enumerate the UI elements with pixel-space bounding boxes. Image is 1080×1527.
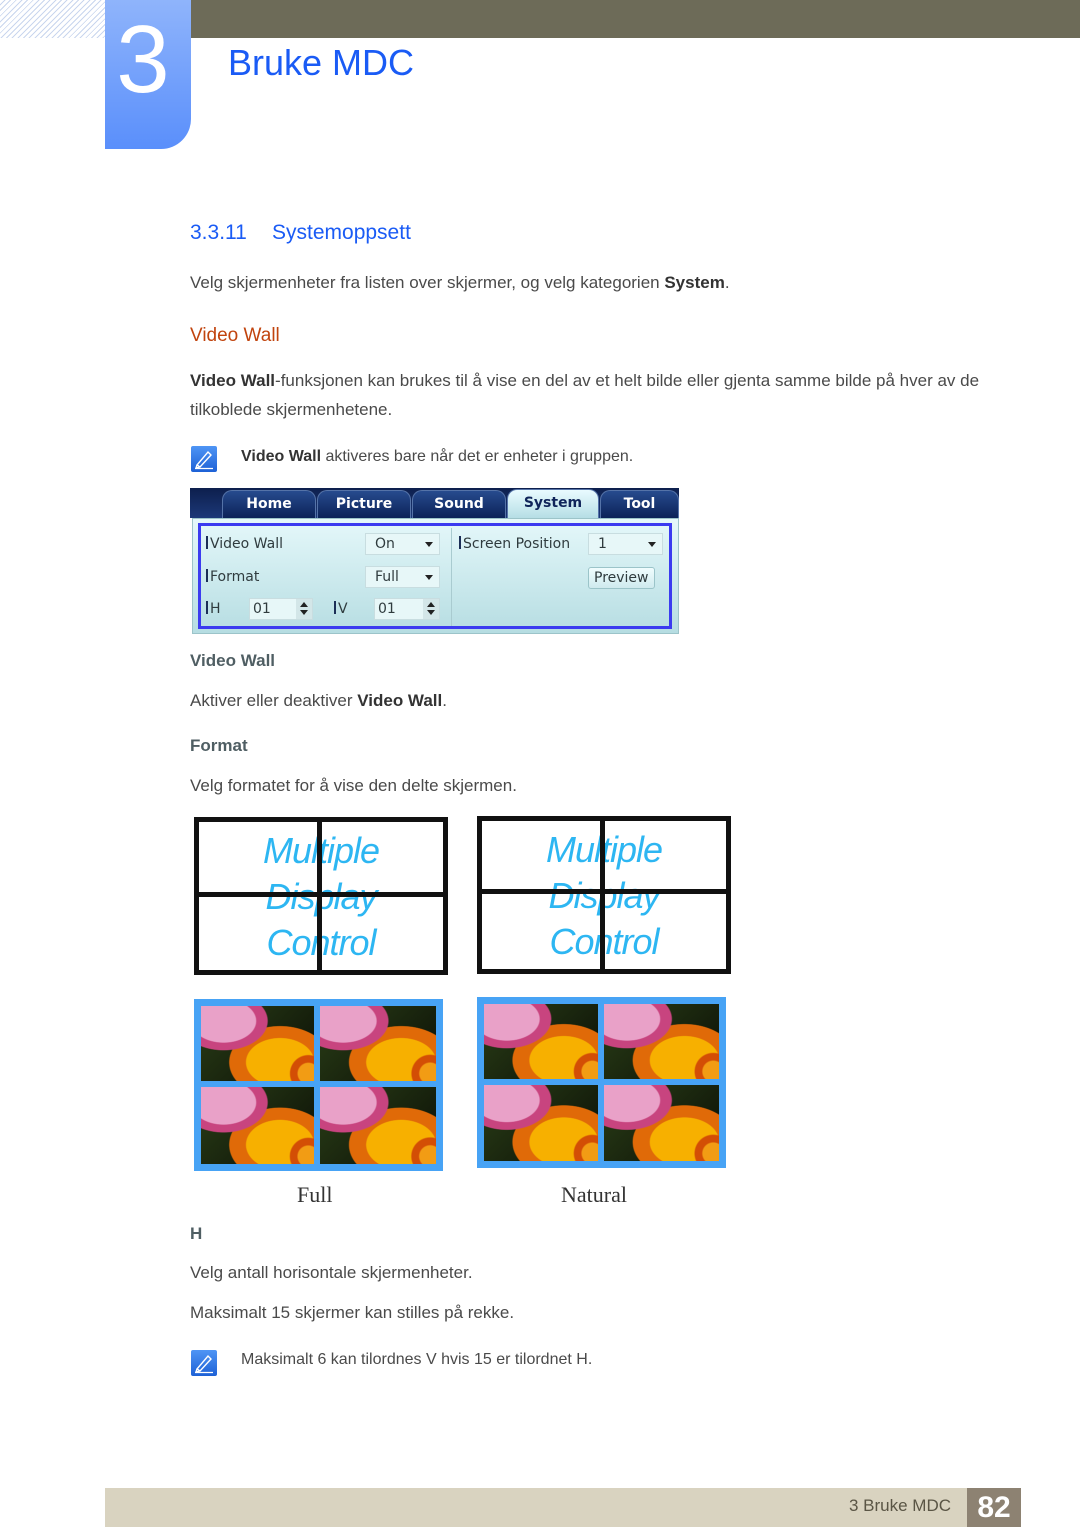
photo-tile: [484, 1085, 598, 1161]
photo-tile: [320, 1006, 436, 1081]
chevron-down-icon: [425, 575, 433, 580]
tab-home[interactable]: Home: [222, 490, 316, 518]
tab-picture[interactable]: Picture: [317, 490, 411, 518]
note-pencil-icon: [191, 446, 217, 472]
caption-full: Full: [297, 1182, 333, 1207]
screen-position-value: 1: [598, 536, 607, 552]
h-stepper[interactable]: 01: [249, 598, 313, 620]
tab-sound[interactable]: Sound: [412, 490, 506, 518]
section-title: 3.3.11 Systemoppsett: [190, 221, 411, 245]
h-item-line-2: Maksimalt 15 skjermer kan stilles på rek…: [190, 1303, 515, 1322]
mdc-panel-divider: [451, 528, 452, 626]
intro-paragraph: Velg skjermenheter fra listen over skjer…: [190, 268, 730, 297]
mdc-system-panel: Home Picture Sound System Tool Video Wal…: [190, 488, 679, 634]
h-item-heading: H: [190, 1224, 203, 1243]
note-1-text: aktiveres bare når det er enheter i grup…: [321, 448, 634, 465]
arrow-up-icon: [300, 602, 308, 607]
natural-format-photo-illustration: [477, 997, 726, 1168]
format-item-heading: Format: [190, 736, 248, 755]
format-label: Format: [206, 569, 259, 585]
bezel-vertical: [317, 822, 322, 970]
tab-system[interactable]: System: [507, 489, 599, 518]
arrow-down-icon: [300, 610, 308, 615]
format-dropdown[interactable]: Full: [365, 566, 440, 588]
format-value: Full: [375, 569, 399, 585]
chevron-down-icon: [648, 542, 656, 547]
section-title-text: Systemoppsett: [272, 221, 411, 244]
natural-format-text-illustration: Multiple Display Control: [477, 816, 731, 974]
photo-tile: [484, 1004, 598, 1079]
preview-button[interactable]: Preview: [588, 567, 655, 589]
h-item-line-1: Velg antall horisontale skjermenheter.: [190, 1263, 473, 1282]
video-wall-desc-line1: -funksjonen kan brukes til å vise en del…: [275, 371, 980, 390]
photo-tile: [201, 1006, 314, 1081]
header-bar: [190, 0, 1080, 38]
video-wall-item-text: Aktiver eller deaktiver Video Wall.: [190, 686, 447, 715]
note-2: Maksimalt 6 kan tilordnes V hvis 15 er t…: [241, 1351, 593, 1368]
chapter-title: Bruke MDC: [228, 42, 415, 83]
v-stepper[interactable]: 01: [374, 598, 440, 620]
video-wall-dropdown[interactable]: On: [365, 533, 440, 555]
mdc-panel-body: Video Wall On Format Full H 01 V 01 Scre…: [192, 518, 679, 634]
full-format-text-illustration: Multiple Display Control: [194, 817, 448, 975]
video-wall-label: Video Wall: [206, 536, 283, 552]
video-wall-item-end: .: [442, 691, 447, 710]
bezel-vertical: [600, 821, 605, 969]
h-stepper-buttons[interactable]: [296, 599, 312, 619]
page-number: 82: [967, 1488, 1021, 1527]
note-1-bold: Video Wall: [241, 448, 322, 465]
photo-tile: [320, 1087, 436, 1164]
mdc-panel-frame: Video Wall On Format Full H 01 V 01 Scre…: [198, 523, 672, 629]
header-hatch-decoration: [0, 0, 105, 38]
photo-tile: [201, 1087, 314, 1164]
video-wall-description: Video Wall-funksjonen kan brukes til å v…: [190, 366, 1020, 424]
intro-end: .: [724, 273, 730, 292]
chapter-tab: 3: [105, 0, 191, 149]
video-wall-item-heading: Video Wall: [190, 651, 276, 670]
footer-chapter-label: 3 Bruke MDC: [848, 1496, 951, 1515]
tab-tool[interactable]: Tool: [600, 490, 679, 518]
video-wall-desc-bold: Video Wall: [190, 371, 276, 390]
v-label: V: [334, 601, 348, 617]
format-item-text: Velg formatet for å vise den delte skjer…: [190, 776, 517, 795]
intro-bold: System: [664, 273, 725, 292]
h-label: H: [206, 601, 221, 617]
chevron-down-icon: [425, 542, 433, 547]
page-footer: 3 Bruke MDC 82: [105, 1488, 1021, 1527]
full-format-photo-illustration: [194, 999, 443, 1171]
v-value: 01: [378, 601, 396, 617]
note-pencil-icon: [191, 1350, 217, 1376]
photo-tile: [604, 1004, 719, 1079]
screen-position-label: Screen Position: [459, 536, 570, 552]
video-wall-heading: Video Wall: [190, 325, 280, 346]
note-1: Video Wall aktiveres bare når det er enh…: [241, 442, 633, 471]
screen-position-dropdown[interactable]: 1: [588, 533, 663, 555]
chapter-number: 3: [116, 6, 170, 113]
video-wall-value: On: [375, 536, 395, 552]
arrow-down-icon: [427, 610, 435, 615]
mdc-tab-bar: Home Picture Sound System Tool: [190, 488, 679, 518]
caption-natural: Natural: [561, 1182, 627, 1207]
arrow-up-icon: [427, 602, 435, 607]
video-wall-desc-line2: tilkoblede skjermenhetene.: [190, 400, 393, 419]
section-number: 3.3.11: [190, 221, 247, 244]
h-value: 01: [253, 601, 271, 617]
video-wall-item-text-before: Aktiver eller deaktiver: [190, 691, 358, 710]
intro-text: Velg skjermenheter fra listen over skjer…: [190, 273, 665, 292]
video-wall-item-bold: Video Wall: [357, 691, 443, 710]
photo-tile: [604, 1085, 719, 1161]
v-stepper-buttons[interactable]: [423, 599, 439, 619]
